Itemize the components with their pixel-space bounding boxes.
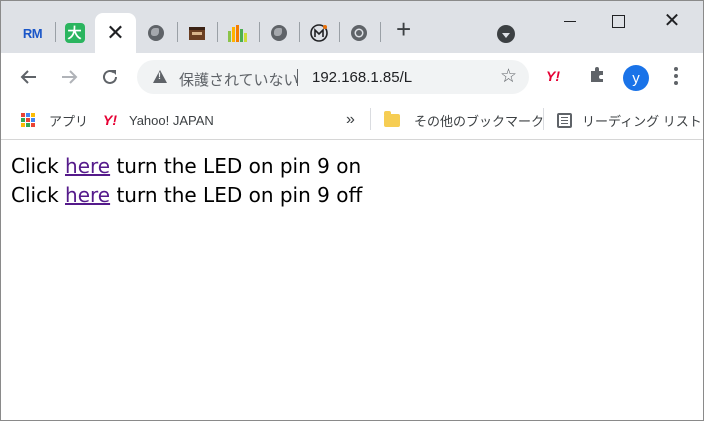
- reload-icon: [103, 69, 117, 84]
- tab-globe-2[interactable]: [259, 13, 298, 53]
- back-arrow-icon: [20, 70, 36, 84]
- window-close-button[interactable]: ✕: [649, 7, 695, 35]
- close-icon: ✕: [663, 10, 681, 32]
- reading-list[interactable]: リーディング リスト: [557, 110, 702, 130]
- tab-divider: [380, 22, 381, 42]
- led-off-prefix: Click: [11, 183, 66, 207]
- globe-icon: [147, 25, 164, 41]
- led-on-prefix: Click: [11, 154, 66, 178]
- led-on-line: Click here turn the LED on pin 9 on: [11, 152, 362, 181]
- yahoo-extension-icon[interactable]: Y!: [546, 68, 560, 84]
- apps-grid-icon: [21, 113, 35, 127]
- other-bookmarks[interactable]: その他のブックマーク: [384, 110, 544, 130]
- profile-avatar[interactable]: y: [623, 65, 649, 91]
- toolbar: 保護されていない 192.168.1.85/L ☆ Y! y: [1, 53, 703, 101]
- tab-active[interactable]: ✕: [95, 13, 136, 53]
- yahoo-icon: Y!: [103, 112, 117, 128]
- forward-button[interactable]: [55, 63, 83, 91]
- menu-dots-icon[interactable]: [674, 67, 678, 88]
- led-off-suffix: turn the LED on pin 9 off: [110, 183, 363, 207]
- tab-m[interactable]: [299, 13, 338, 53]
- bookmark-apps-label: アプリ: [49, 113, 89, 129]
- tab-strip: RM 大 ✕ + ✕: [1, 1, 703, 53]
- green-app-icon: 大: [64, 23, 85, 43]
- back-button[interactable]: [15, 63, 43, 91]
- forward-arrow-icon: [62, 70, 78, 84]
- tab-globe-1[interactable]: [136, 13, 175, 53]
- bookmark-divider: [543, 108, 544, 130]
- other-bookmarks-label: その他のブックマーク: [414, 113, 545, 129]
- omnibox-divider: [297, 69, 298, 86]
- bookmark-apps[interactable]: アプリ: [21, 110, 88, 130]
- minimize-button[interactable]: [547, 7, 593, 35]
- address-bar[interactable]: 保護されていない 192.168.1.85/L ☆: [137, 60, 529, 94]
- bookmark-divider: [370, 108, 371, 130]
- browser-window: RM 大 ✕ + ✕ ! 保護されていない 192.168.1.85/L ☆ Y…: [0, 0, 704, 421]
- extensions-puzzle-icon[interactable]: [588, 65, 606, 83]
- tab-chart[interactable]: [217, 13, 256, 53]
- chevron-double-right-icon: »: [346, 111, 355, 128]
- security-status[interactable]: 保護されていない: [179, 69, 299, 90]
- maximize-button[interactable]: [595, 7, 641, 35]
- close-icon[interactable]: ✕: [106, 22, 124, 44]
- globe-icon: [270, 25, 287, 41]
- bookmark-star-icon[interactable]: ☆: [500, 65, 517, 88]
- bar-chart-icon: [227, 25, 247, 42]
- chrome-icon: [350, 25, 367, 41]
- new-tab-plus-icon[interactable]: +: [396, 16, 411, 42]
- bookmarks-overflow-button[interactable]: »: [346, 110, 355, 130]
- maximize-icon: [611, 14, 625, 28]
- warning-icon[interactable]: [153, 70, 167, 83]
- bookmarks-bar: アプリ Y! Yahoo! JAPAN » その他のブックマーク リーディング …: [1, 101, 703, 140]
- minimize-icon: [564, 20, 576, 22]
- reload-button[interactable]: [96, 63, 124, 91]
- led-on-suffix: turn the LED on pin 9 on: [110, 154, 362, 178]
- rm-icon: RM: [22, 25, 43, 41]
- brown-box-icon: [188, 27, 205, 40]
- tab-chrome[interactable]: [339, 13, 378, 53]
- led-on-link[interactable]: here: [65, 154, 110, 178]
- url-text[interactable]: 192.168.1.85/L: [312, 69, 412, 86]
- reading-list-label: リーディング リスト: [582, 113, 702, 129]
- reading-list-icon: [557, 112, 572, 128]
- tab-green-app[interactable]: 大: [55, 13, 94, 53]
- led-off-link[interactable]: here: [65, 183, 110, 207]
- tab-rm[interactable]: RM: [13, 13, 52, 53]
- tab-box[interactable]: [177, 13, 216, 53]
- led-off-line: Click here turn the LED on pin 9 off: [11, 181, 362, 210]
- folder-icon: [384, 110, 400, 127]
- tab-search-icon[interactable]: [497, 25, 515, 43]
- page-content: Click here turn the LED on pin 9 on Clic…: [11, 152, 362, 210]
- m-logo-icon: [309, 24, 328, 42]
- bookmark-yahoo-label: Yahoo! JAPAN: [129, 112, 214, 128]
- bookmark-yahoo[interactable]: Y! Yahoo! JAPAN: [103, 110, 214, 130]
